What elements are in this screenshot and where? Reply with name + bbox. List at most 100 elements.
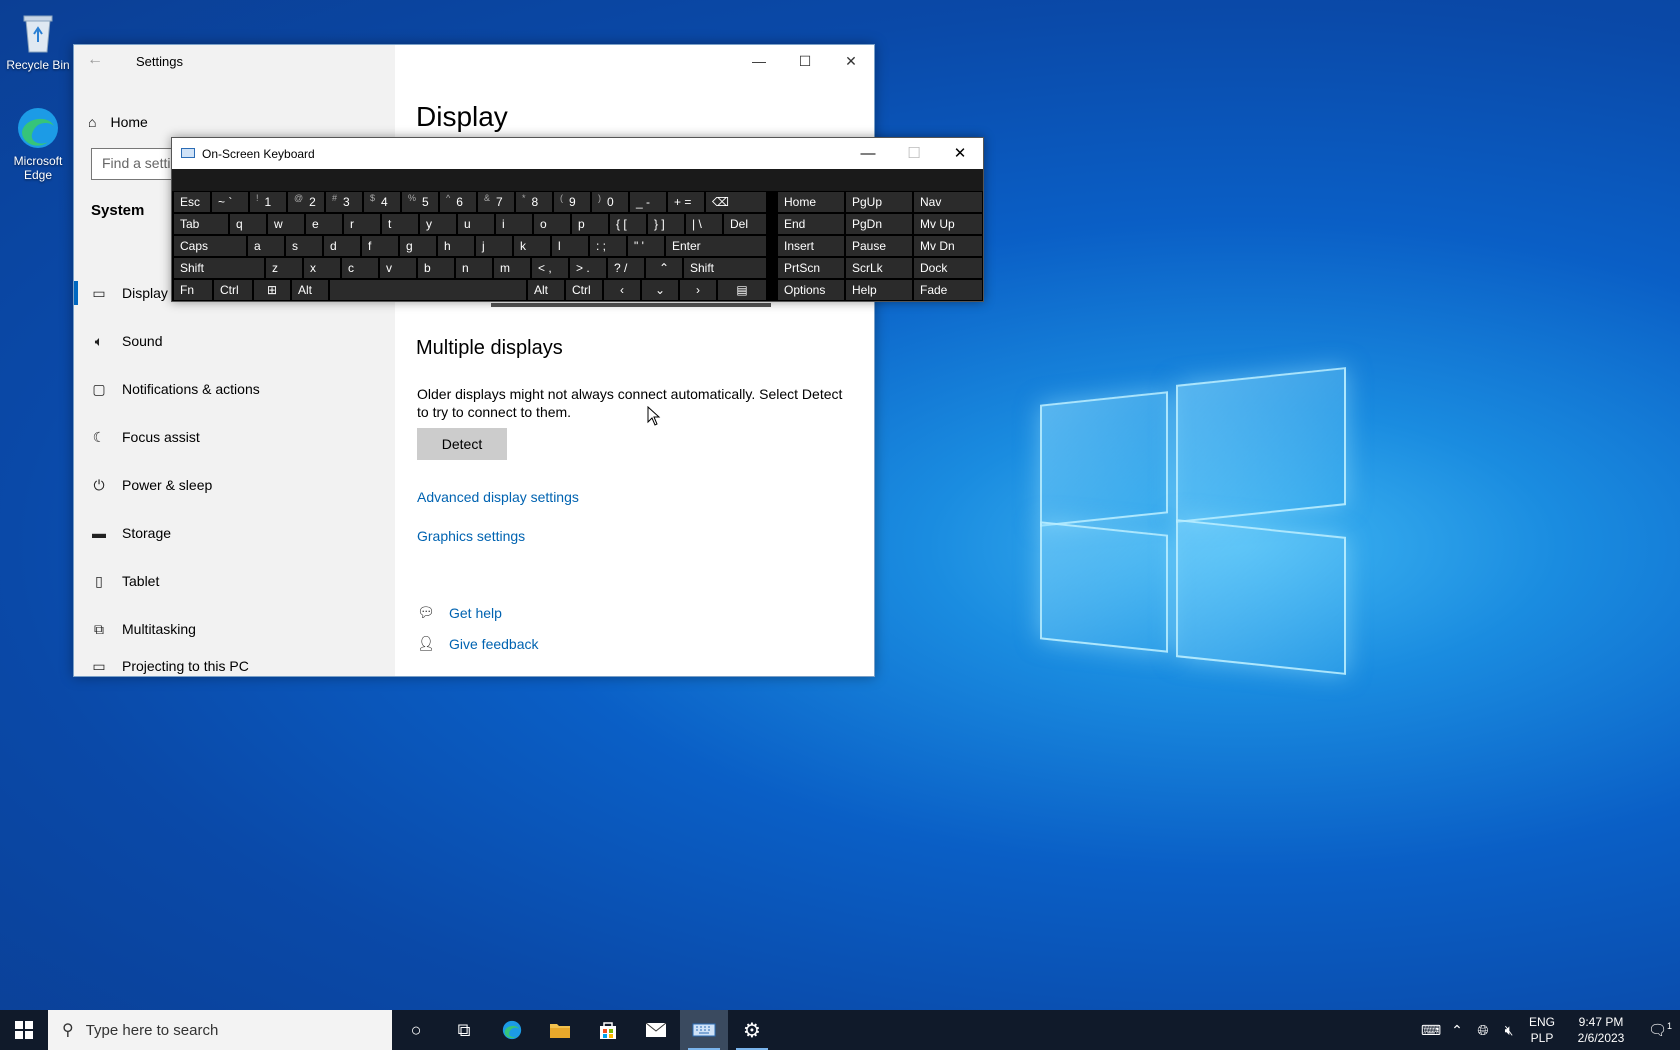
key-k[interactable]: k: [514, 236, 550, 256]
key-f[interactable]: f: [362, 236, 398, 256]
file-explorer-button[interactable]: [536, 1010, 584, 1050]
key-h[interactable]: h: [438, 236, 474, 256]
key-q[interactable]: q: [230, 214, 266, 234]
key-backspace[interactable]: ⌫: [706, 192, 766, 212]
key-9[interactable]: (9: [554, 192, 590, 212]
key-equals[interactable]: + =: [668, 192, 704, 212]
key-left-ctrl[interactable]: Ctrl: [214, 280, 252, 300]
settings-taskbar-button[interactable]: ⚙: [728, 1010, 776, 1050]
key-d[interactable]: d: [324, 236, 360, 256]
key-menu[interactable]: ▤: [718, 280, 766, 300]
key-fade[interactable]: Fade: [914, 280, 982, 300]
nav-home[interactable]: ⌂ Home: [88, 107, 148, 137]
key-pgdn[interactable]: PgDn: [846, 214, 912, 234]
nav-item-power-sleep[interactable]: ⏻ Power & sleep: [74, 463, 395, 507]
key-right-shift[interactable]: Shift: [684, 258, 766, 278]
key-w[interactable]: w: [268, 214, 304, 234]
key-prtscn[interactable]: PrtScn: [778, 258, 844, 278]
key-b[interactable]: b: [418, 258, 454, 278]
advanced-display-settings-link[interactable]: Advanced display settings: [417, 489, 579, 505]
key-pause[interactable]: Pause: [846, 236, 912, 256]
key-fn[interactable]: Fn: [174, 280, 212, 300]
key-help[interactable]: Help: [846, 280, 912, 300]
key-left-shift[interactable]: Shift: [174, 258, 264, 278]
key-backslash[interactable]: | \: [686, 214, 722, 234]
key-minus[interactable]: _ -: [630, 192, 666, 212]
key-nav[interactable]: Nav: [914, 192, 982, 212]
minimize-button[interactable]: —: [736, 45, 782, 77]
key-m[interactable]: m: [494, 258, 530, 278]
key-e[interactable]: e: [306, 214, 342, 234]
key-options[interactable]: Options: [778, 280, 844, 300]
maximize-button[interactable]: ☐: [782, 45, 828, 77]
key-c[interactable]: c: [342, 258, 378, 278]
key-pgup[interactable]: PgUp: [846, 192, 912, 212]
edge-desktop-icon[interactable]: Microsoft Edge: [0, 104, 76, 182]
key-0[interactable]: ) 0: [592, 192, 628, 212]
key-6[interactable]: ^ 6: [440, 192, 476, 212]
key-caps[interactable]: Caps: [174, 236, 246, 256]
key-3[interactable]: #3: [326, 192, 362, 212]
volume-muted-icon[interactable]: 🔇︎: [1496, 1022, 1522, 1039]
key-quote[interactable]: " ': [628, 236, 664, 256]
on-screen-keyboard-taskbar-button[interactable]: [680, 1010, 728, 1050]
key-left-alt[interactable]: Alt: [292, 280, 328, 300]
key-n[interactable]: n: [456, 258, 492, 278]
key-down-arrow[interactable]: ⌄: [642, 280, 678, 300]
nav-item-projecting[interactable]: ▭ Projecting to this PC: [74, 655, 395, 677]
store-button[interactable]: [584, 1010, 632, 1050]
nav-item-tablet[interactable]: ▯ Tablet: [74, 559, 395, 603]
key-right-ctrl[interactable]: Ctrl: [566, 280, 602, 300]
show-hidden-icons-chevron-icon[interactable]: ⌃: [1444, 1022, 1470, 1039]
nav-item-sound[interactable]: 🔈︎ Sound: [74, 319, 395, 363]
key-dock[interactable]: Dock: [914, 258, 982, 278]
key-end[interactable]: End: [778, 214, 844, 234]
key-scrlk[interactable]: ScrLk: [846, 258, 912, 278]
key-g[interactable]: g: [400, 236, 436, 256]
input-language-indicator[interactable]: ENG PLP: [1522, 1014, 1562, 1046]
key-home[interactable]: Home: [778, 192, 844, 212]
key-t[interactable]: t: [382, 214, 418, 234]
key-u[interactable]: u: [458, 214, 494, 234]
taskbar-search-input[interactable]: ⚲ Type here to search: [48, 1010, 392, 1050]
nav-item-focus-assist[interactable]: ☾ Focus assist: [74, 415, 395, 459]
key-a[interactable]: a: [248, 236, 284, 256]
osk-minimize-button[interactable]: —: [845, 138, 891, 169]
key-o[interactable]: o: [534, 214, 570, 234]
key-right-arrow[interactable]: ›: [680, 280, 716, 300]
task-view-button[interactable]: ⧉: [440, 1010, 488, 1050]
nav-item-notifications[interactable]: ▢ Notifications & actions: [74, 367, 395, 411]
touch-keyboard-icon[interactable]: ⌨: [1418, 1022, 1444, 1039]
key-left-bracket[interactable]: { [: [610, 214, 646, 234]
osk-maximize-button[interactable]: ☐: [891, 138, 937, 169]
close-button[interactable]: ✕: [828, 45, 874, 77]
key-x[interactable]: x: [304, 258, 340, 278]
key-y[interactable]: y: [420, 214, 456, 234]
key-comma[interactable]: < ,: [532, 258, 568, 278]
detect-button[interactable]: Detect: [417, 428, 507, 460]
osk-close-button[interactable]: ✕: [937, 138, 983, 169]
graphics-settings-link[interactable]: Graphics settings: [417, 528, 525, 544]
key-j[interactable]: j: [476, 236, 512, 256]
key-i[interactable]: i: [496, 214, 532, 234]
get-help-link[interactable]: 💬︎ Get help: [417, 604, 502, 622]
key-up-arrow[interactable]: ⌃: [646, 258, 682, 278]
key-5[interactable]: % 5: [402, 192, 438, 212]
key-r[interactable]: r: [344, 214, 380, 234]
key-s[interactable]: s: [286, 236, 322, 256]
key-enter[interactable]: Enter: [666, 236, 766, 256]
give-feedback-link[interactable]: 👤︎ Give feedback: [417, 635, 539, 653]
clock[interactable]: 9:47 PM 2/6/2023: [1562, 1014, 1640, 1046]
key-z[interactable]: z: [266, 258, 302, 278]
mail-button[interactable]: [632, 1010, 680, 1050]
key-mvdn[interactable]: Mv Dn: [914, 236, 982, 256]
key-space[interactable]: [330, 280, 526, 300]
nav-item-storage[interactable]: ▬ Storage: [74, 511, 395, 555]
recycle-bin-desktop-icon[interactable]: Recycle Bin: [0, 8, 76, 72]
key-windows[interactable]: ⊞: [254, 280, 290, 300]
key-tab[interactable]: Tab: [174, 214, 228, 234]
key-right-bracket[interactable]: } ]: [648, 214, 684, 234]
key-l[interactable]: l: [552, 236, 588, 256]
key-1[interactable]: ! 1: [250, 192, 286, 212]
key-right-alt[interactable]: Alt: [528, 280, 564, 300]
